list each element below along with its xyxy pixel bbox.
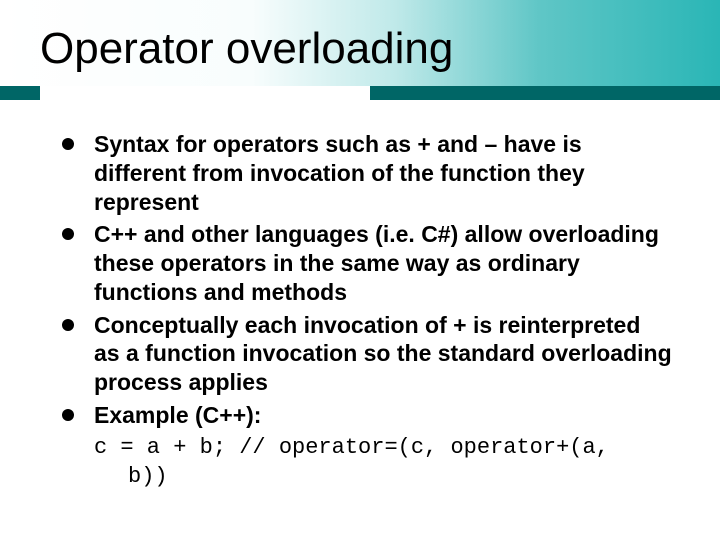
title-area: Operator overloading bbox=[0, 0, 720, 86]
bullet-item-1: Syntax for operators such as + and – hav… bbox=[60, 130, 672, 216]
code-line-1: c = a + b; // operator=(c, operator+(a, bbox=[60, 434, 672, 462]
divider-bar bbox=[0, 86, 720, 100]
slide: Operator overloading Syntax for operator… bbox=[0, 0, 720, 540]
slide-body: Syntax for operators such as + and – hav… bbox=[0, 100, 720, 511]
bullet-item-3: Conceptually each invocation of + is rei… bbox=[60, 311, 672, 397]
bullet-list: Syntax for operators such as + and – hav… bbox=[60, 130, 672, 430]
bullet-item-4: Example (C++): bbox=[60, 401, 672, 430]
slide-title: Operator overloading bbox=[40, 24, 720, 74]
bullet-item-2: C++ and other languages (i.e. C#) allow … bbox=[60, 220, 672, 306]
code-line-2: b)) bbox=[60, 463, 672, 491]
